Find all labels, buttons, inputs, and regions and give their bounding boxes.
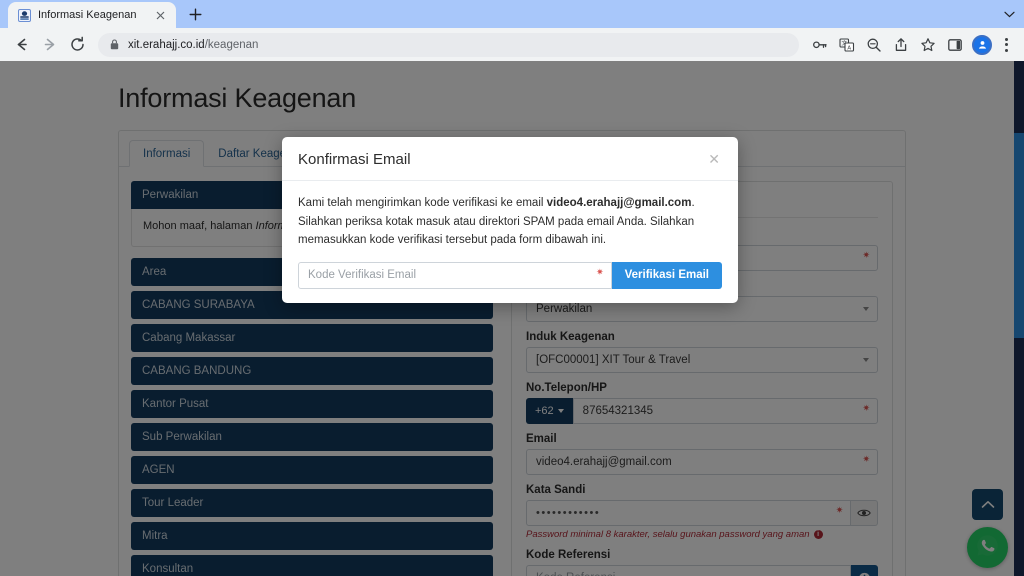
chevron-down-icon[interactable]	[994, 0, 1024, 28]
zoom-search-icon[interactable]	[861, 32, 887, 58]
modal-header: Konfirmasi Email ✕	[282, 137, 738, 181]
url-path: /keagenan	[204, 38, 259, 51]
modal-title: Konfirmasi Email	[298, 151, 411, 168]
site-favicon	[18, 8, 31, 22]
browser-toolbar: xit.erahajj.co.id/keagenan 文 A	[0, 28, 1024, 61]
browser-tab-strip: Informasi Keagenan	[0, 0, 1024, 28]
verification-code-placeholder: Kode Verifikasi Email	[308, 269, 417, 282]
kebab-menu-icon[interactable]	[996, 33, 1016, 57]
modal-body: Kami telah mengirimkan kode verifikasi k…	[282, 181, 738, 303]
toolbar-actions: 文 A	[807, 32, 1016, 58]
svg-text:A: A	[847, 45, 851, 51]
verify-email-button[interactable]: Verifikasi Email	[611, 261, 722, 289]
modal-email: video4.erahajj@gmail.com	[546, 197, 692, 209]
verification-code-input[interactable]: Kode Verifikasi Email ✷	[298, 261, 612, 289]
profile-avatar[interactable]	[972, 34, 992, 55]
address-bar-url: xit.erahajj.co.id/keagenan	[128, 39, 258, 51]
email-confirmation-modal: Konfirmasi Email ✕ Kami telah mengirimka…	[282, 137, 738, 303]
bookmark-star-icon[interactable]	[915, 32, 941, 58]
address-bar[interactable]: xit.erahajj.co.id/keagenan	[98, 32, 799, 57]
modal-description: Kami telah mengirimkan kode verifikasi k…	[298, 194, 722, 250]
close-icon[interactable]: ✕	[706, 151, 722, 167]
side-panel-icon[interactable]	[942, 32, 968, 58]
modal-text-part1: Kami telah mengirimkan kode verifikasi k…	[298, 197, 547, 209]
new-tab-button[interactable]	[182, 1, 208, 27]
translate-icon[interactable]: 文 A	[834, 32, 860, 58]
required-asterisk-icon: ✷	[596, 266, 604, 277]
back-arrow-icon[interactable]	[8, 32, 34, 58]
page-viewport: Informasi Keagenan Informasi Daftar Keag…	[0, 61, 1024, 576]
browser-window: Informasi Keagenan xit.erahajj.co.id/kea…	[0, 0, 1024, 576]
forward-arrow-icon[interactable]	[36, 32, 62, 58]
close-icon[interactable]	[153, 8, 167, 22]
lock-icon	[110, 39, 120, 50]
url-host: xit.erahajj.co.id	[128, 38, 205, 51]
reload-icon[interactable]	[64, 32, 90, 58]
browser-tab-title: Informasi Keagenan	[38, 9, 137, 21]
password-key-icon[interactable]	[807, 32, 833, 58]
share-icon[interactable]	[888, 32, 914, 58]
verification-form: Kode Verifikasi Email ✷ Verifikasi Email	[298, 261, 722, 289]
browser-tab[interactable]: Informasi Keagenan	[8, 2, 176, 28]
